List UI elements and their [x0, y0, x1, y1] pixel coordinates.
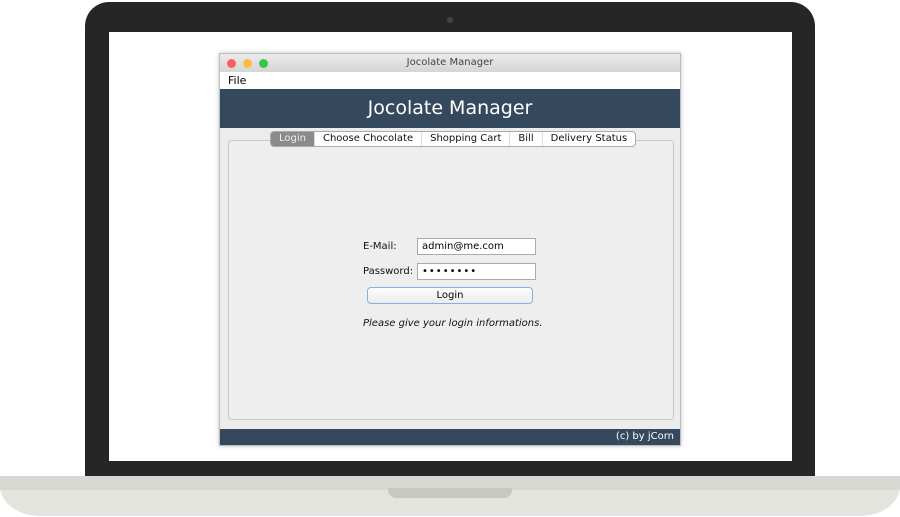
- tab-login[interactable]: Login: [271, 132, 315, 146]
- email-label: E-Mail:: [363, 241, 397, 252]
- tab-bar: Login Choose Chocolate Shopping Cart Bil…: [270, 131, 637, 147]
- menu-file[interactable]: File: [228, 74, 246, 87]
- login-panel: E-Mail: admin@me.com Password: •••••••• …: [228, 140, 674, 420]
- window-title: Jocolate Manager: [406, 57, 494, 68]
- tab-choose-chocolate[interactable]: Choose Chocolate: [315, 132, 423, 146]
- email-field[interactable]: admin@me.com: [417, 238, 536, 255]
- close-button[interactable]: [227, 59, 236, 68]
- password-label: Password:: [363, 266, 414, 277]
- minimize-button[interactable]: [243, 59, 252, 68]
- camera-icon: [447, 17, 453, 23]
- login-button[interactable]: Login: [367, 287, 533, 304]
- app-header: Jocolate Manager: [220, 89, 680, 128]
- tab-shopping-cart[interactable]: Shopping Cart: [422, 132, 511, 146]
- maximize-button[interactable]: [259, 59, 268, 68]
- title-bar[interactable]: Jocolate Manager: [220, 54, 680, 72]
- status-message: Please give your login informations.: [363, 318, 543, 329]
- footer: (c) by jCorn: [220, 429, 680, 445]
- password-field[interactable]: ••••••••: [417, 263, 536, 280]
- menu-bar: File: [220, 72, 680, 89]
- tab-delivery-status[interactable]: Delivery Status: [543, 132, 636, 146]
- laptop-notch: [388, 488, 512, 498]
- app-window: Jocolate Manager File Jocolate Manager L…: [219, 53, 681, 446]
- tab-bill[interactable]: Bill: [510, 132, 543, 146]
